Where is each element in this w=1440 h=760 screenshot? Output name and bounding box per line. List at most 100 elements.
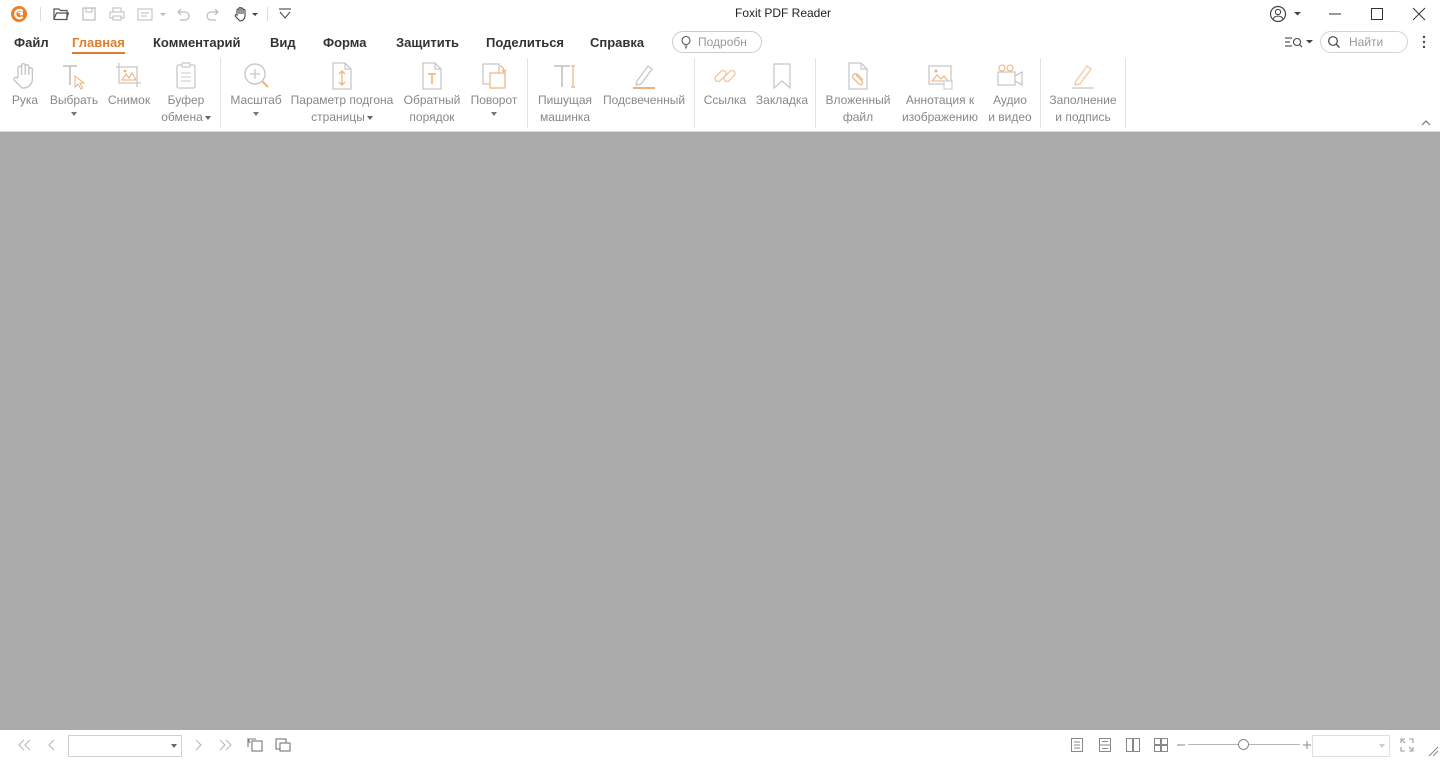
link-icon (711, 60, 739, 92)
select-tool-label: Выбрать (49, 93, 99, 107)
foxit-logo-icon[interactable] (8, 4, 30, 24)
attachment-button[interactable]: Вложенный файл (822, 60, 894, 130)
zoom-in-icon (242, 60, 270, 92)
fill-sign-button[interactable]: Заполнение и подпись (1046, 60, 1120, 130)
tab-protect[interactable]: Защитить (396, 35, 459, 50)
hand-icon (11, 60, 39, 92)
hand-tool-button[interactable]: Рука (6, 60, 44, 130)
resize-grip-icon[interactable] (1426, 744, 1440, 758)
account-icon[interactable] (1268, 4, 1304, 24)
continuous-page-icon[interactable] (1096, 736, 1114, 754)
last-page-icon[interactable] (216, 736, 236, 754)
tab-file[interactable]: Файл (14, 35, 49, 50)
fill-sign-label-line2: и подпись (1055, 110, 1111, 124)
page-fit-label-line1: Параметр подгона (290, 93, 394, 107)
search-placeholder: Найти (1349, 35, 1384, 49)
rotate-button[interactable]: Поворот (468, 60, 520, 130)
page-fit-label-line2: страницы (311, 110, 365, 124)
facing-pages-icon[interactable] (1124, 736, 1142, 754)
single-page-icon[interactable] (1068, 736, 1086, 754)
tab-help[interactable]: Справка (590, 35, 644, 50)
customize-icon[interactable] (274, 4, 296, 24)
attachment-label-line1: Вложенный (825, 93, 891, 107)
chevron-down-icon (491, 112, 497, 116)
redo-icon[interactable] (202, 4, 224, 24)
ribbon-separator (694, 58, 695, 128)
minimize-button[interactable] (1314, 0, 1356, 28)
save-icon[interactable] (78, 4, 100, 24)
collapse-ribbon-icon[interactable] (1418, 116, 1434, 130)
window-title: Foxit PDF Reader (734, 6, 832, 20)
ribbon-separator (527, 58, 528, 128)
bookmark-button[interactable]: Закладка (754, 60, 810, 130)
close-button[interactable] (1398, 0, 1440, 28)
fill-sign-label-line1: Заполнение (1049, 93, 1117, 107)
typewriter-label-line2: машинка (539, 110, 591, 124)
zoom-button[interactable]: Масштаб (228, 60, 284, 130)
ribbon-separator (1125, 58, 1126, 128)
continuous-facing-icon[interactable] (1152, 736, 1170, 754)
page-number-input[interactable] (68, 735, 182, 757)
open-folder-icon[interactable] (50, 4, 72, 24)
video-camera-icon (996, 60, 1024, 92)
snapshot-button[interactable]: Снимок (104, 60, 154, 130)
tab-share[interactable]: Поделиться (486, 35, 564, 50)
page-fit-button[interactable]: Параметр подгона страницы (288, 60, 396, 130)
tell-me-placeholder: Подробн (698, 35, 747, 49)
chevron-down-icon (71, 112, 77, 116)
zoom-level-input[interactable] (1312, 735, 1390, 757)
previous-page-icon[interactable] (42, 736, 62, 754)
next-view-icon[interactable] (272, 736, 294, 754)
document-area[interactable] (0, 132, 1440, 730)
zoom-out-icon[interactable] (1176, 736, 1186, 754)
search-options-icon[interactable] (1282, 32, 1316, 52)
zoom-slider-thumb[interactable] (1238, 739, 1249, 750)
image-annotation-button[interactable]: Аннотация к изображению (898, 60, 982, 130)
tab-view[interactable]: Вид (270, 35, 296, 50)
rotate-icon (480, 60, 508, 92)
ribbon-separator (815, 58, 816, 128)
link-label: Ссылка (703, 93, 747, 107)
next-page-icon[interactable] (188, 736, 208, 754)
hand-icon[interactable] (232, 4, 260, 24)
attachment-label-line2: файл (842, 110, 874, 124)
tell-me-input[interactable]: Подробн (672, 31, 762, 53)
undo-icon[interactable] (172, 4, 194, 24)
select-tool-button[interactable]: Выбрать (48, 60, 100, 130)
previous-view-icon[interactable] (244, 736, 266, 754)
chevron-down-icon (204, 115, 211, 120)
tab-home[interactable]: Главная (72, 35, 125, 54)
rotate-label: Поворот (470, 93, 518, 107)
maximize-button[interactable] (1356, 0, 1398, 28)
highlight-button[interactable]: Подсвеченный (600, 60, 688, 130)
zoom-in-icon[interactable] (1302, 736, 1312, 754)
link-button[interactable]: Ссылка (700, 60, 750, 130)
typewriter-button[interactable]: Пишущая машинка (534, 60, 596, 130)
chevron-down-icon[interactable] (1379, 744, 1385, 748)
properties-icon[interactable] (134, 4, 168, 24)
clipboard-label-line2: обмена (161, 110, 203, 124)
print-icon[interactable] (106, 4, 128, 24)
reverse-order-label-line2: порядок (409, 110, 455, 124)
tab-comment[interactable]: Комментарий (153, 35, 241, 50)
snapshot-label: Снимок (107, 93, 151, 107)
pen-sign-icon (1069, 60, 1097, 92)
separator (40, 7, 41, 21)
typewriter-label-line1: Пишущая (538, 93, 592, 107)
typewriter-icon (551, 60, 579, 92)
audio-video-button[interactable]: Аудио и видео (986, 60, 1034, 130)
audio-video-label-line2: и видео (988, 110, 1032, 124)
chevron-down-icon[interactable] (171, 744, 177, 748)
reverse-order-button[interactable]: Обратный порядок (400, 60, 464, 130)
reverse-order-icon (418, 60, 446, 92)
tab-form[interactable]: Форма (323, 35, 366, 50)
full-screen-icon[interactable] (1398, 736, 1416, 754)
select-text-icon (60, 60, 88, 92)
first-page-icon[interactable] (14, 736, 34, 754)
chevron-down-icon (366, 115, 373, 120)
lightbulb-icon (681, 35, 691, 49)
search-input[interactable]: Найти (1320, 31, 1408, 53)
more-options-icon[interactable] (1416, 32, 1432, 52)
clipboard-button[interactable]: Буфер обмена (156, 60, 216, 130)
zoom-label: Масштаб (230, 93, 282, 107)
